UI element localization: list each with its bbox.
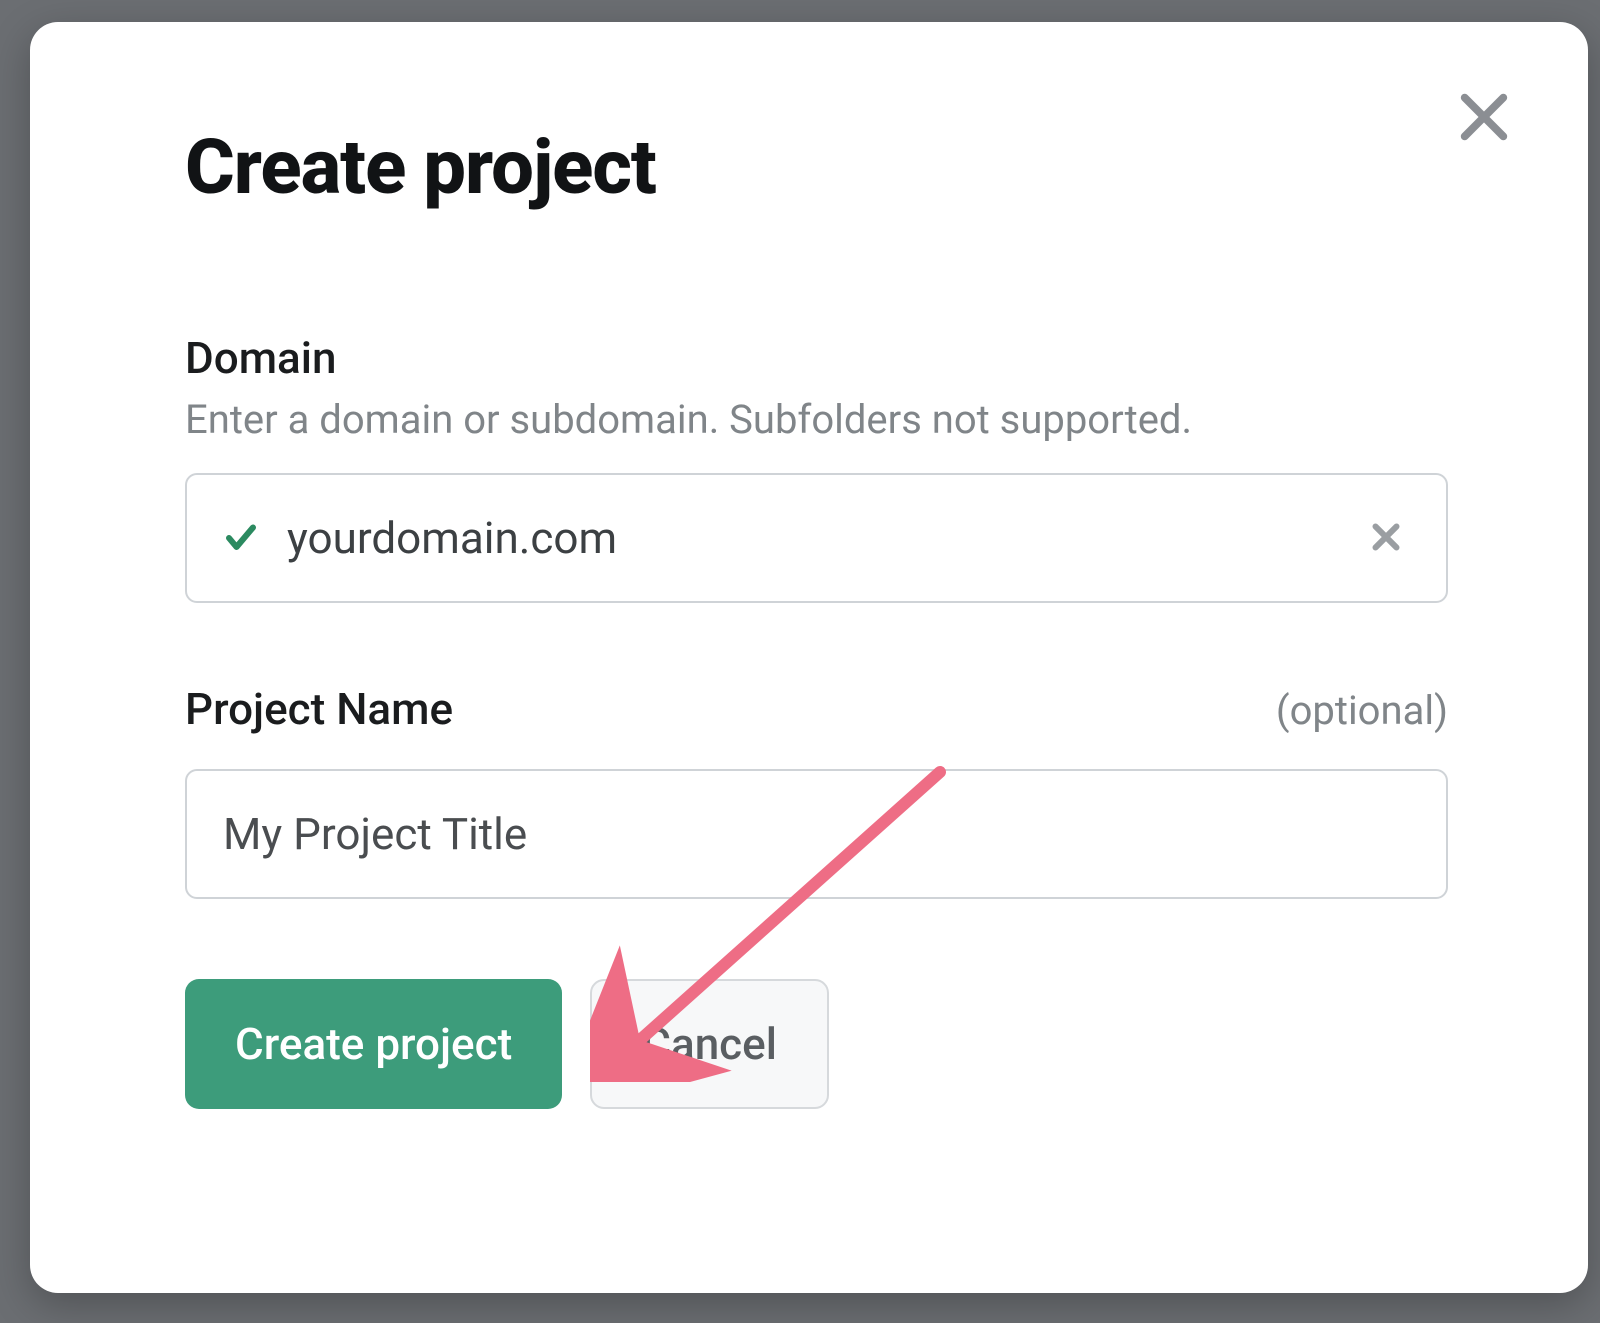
project-name-label: Project Name xyxy=(185,683,453,735)
modal-title: Create project xyxy=(185,122,1448,212)
domain-help-text: Enter a domain or subdomain. Subfolders … xyxy=(185,396,1448,443)
close-button[interactable] xyxy=(1448,82,1520,154)
project-name-input-wrap xyxy=(185,769,1448,899)
clear-domain-button[interactable] xyxy=(1362,514,1410,562)
project-name-field-group: Project Name (optional) xyxy=(185,683,1448,899)
close-icon xyxy=(1455,88,1513,149)
cancel-button[interactable]: Cancel xyxy=(590,979,829,1109)
create-project-button[interactable]: Create project xyxy=(185,979,562,1109)
create-project-modal: Create project Domain Enter a domain or … xyxy=(30,22,1588,1293)
domain-input[interactable] xyxy=(287,512,1362,564)
domain-input-wrap xyxy=(185,473,1448,603)
project-name-optional: (optional) xyxy=(1276,687,1448,734)
x-icon xyxy=(1368,519,1404,558)
check-icon xyxy=(223,520,259,556)
modal-actions: Create project Cancel xyxy=(185,979,1448,1109)
project-name-input[interactable] xyxy=(223,808,1410,860)
domain-field-group: Domain Enter a domain or subdomain. Subf… xyxy=(185,332,1448,603)
domain-label: Domain xyxy=(185,332,1448,384)
